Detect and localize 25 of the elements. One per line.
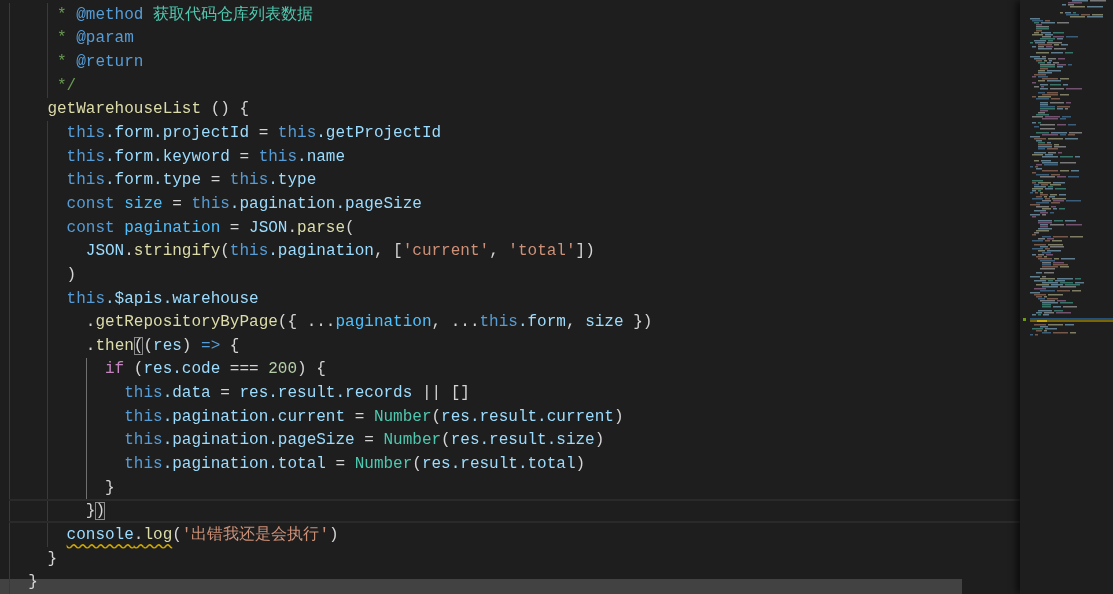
code-line: this.form.keyword = this.name (66, 147, 346, 166)
code-line: this.form.projectId = this.getProjectId (66, 124, 442, 142)
code-line: * @param (57, 29, 134, 48)
code-line: */ (57, 76, 77, 95)
code-line: } (47, 549, 57, 568)
code-line: * @return (57, 53, 144, 72)
code-line: .getRepositoryByPage({ ...pagination, ...this.form, size }) (85, 313, 653, 332)
code-line: .then((res) => { (85, 336, 240, 355)
code-line: this.pagination.total = Number(res.result.total) (124, 455, 586, 473)
code-line: ) (66, 265, 77, 284)
code-line: this.pagination.current = Number(res.result.current) (124, 407, 624, 426)
code-line: const size = this.pagination.pageSize (66, 194, 422, 213)
code-line: this.$apis.warehouse (66, 289, 259, 308)
code-line: this.data = res.result.records || [] (124, 384, 470, 403)
code-line: } (105, 478, 115, 497)
code-line: const pagination = JSON.parse( (66, 218, 355, 237)
code-line: }) (85, 502, 106, 521)
code-line: getWarehouseList () { (47, 100, 250, 119)
code-line: console.log('出错我还是会执行') (66, 525, 339, 544)
code-line: this.form.type = this.type (66, 171, 317, 190)
code-line: this.pagination.pageSize = Number(res.result.size) (124, 431, 605, 450)
code-line: * @method 获取代码仓库列表数据 (57, 5, 314, 24)
code-line: JSON.stringify(this.pagination, ['current', 'total']) (85, 242, 595, 261)
code-line: if (res.code === 200) { (105, 360, 326, 379)
code-line: } (28, 573, 38, 592)
